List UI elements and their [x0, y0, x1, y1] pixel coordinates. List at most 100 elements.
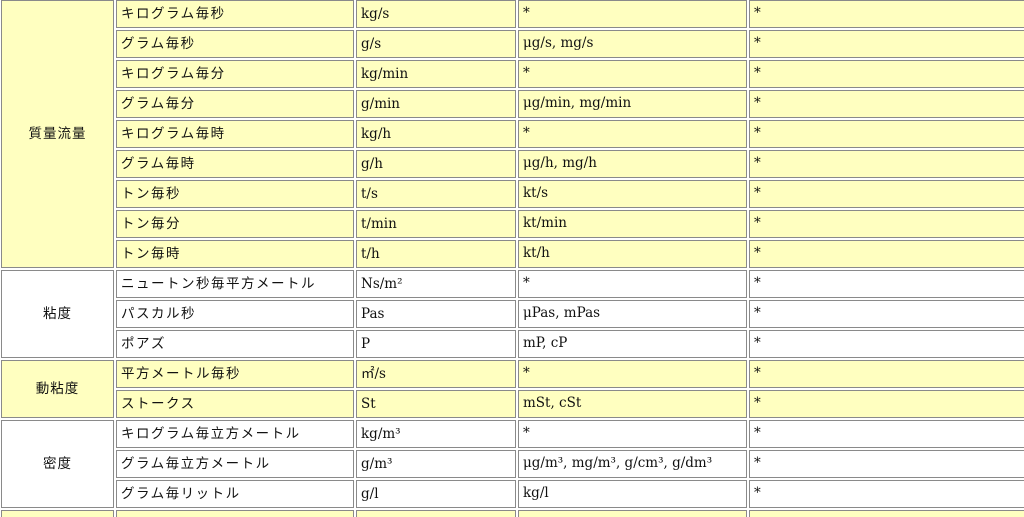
unit-name-cell: キログラム毎時 — [116, 120, 354, 148]
note-cell: * — [749, 120, 1024, 148]
table-row: グラム毎秒 g/s μg/s, mg/s * — [1, 30, 1024, 58]
table-row: 粘度 ニュートン秒毎平方メートル Ns/m² * * — [1, 270, 1024, 358]
unit-symbol-cell: St — [356, 390, 516, 418]
unit-name-cell: グラム毎分 — [116, 90, 354, 118]
note-cell-text: * — [754, 215, 761, 231]
note-cell: * — [749, 330, 1024, 358]
unit-symbol-cell: t/min — [356, 210, 516, 238]
table-row: グラム毎リットル g/l kg/l * — [1, 480, 1024, 508]
prefixed-units-cell-text: * — [523, 275, 530, 291]
note-cell-text: * — [754, 245, 761, 261]
prefixed-units-cell-text: μPas, mPas — [523, 305, 601, 321]
prefixed-units-cell-text: kt/s — [523, 185, 549, 201]
prefixed-units-cell-text: μg/m³, mg/m³, g/cm³, g/dm³ — [523, 455, 713, 471]
category-cell: 質量流量 — [1, 0, 114, 268]
table-row: グラム毎分 g/min μg/min, mg/min * — [1, 90, 1024, 118]
prefixed-units-cell-text: * — [523, 365, 530, 381]
unit-name-cell: グラム毎リットル — [116, 480, 354, 508]
unit-symbol-cell: g/m³ — [356, 450, 516, 478]
prefixed-units-cell-text: kg/l — [523, 485, 549, 501]
note-cell: * — [749, 150, 1024, 178]
unit-symbol-cell: g/h — [356, 150, 516, 178]
note-cell: * — [749, 90, 1024, 118]
table-row: 質量流量 キログラム毎秒 kg/s * * — [1, 0, 1024, 268]
category-cell: 粘度 — [1, 270, 114, 358]
unit-symbol-cell: t/h — [356, 240, 516, 268]
note-cell: * — [749, 450, 1024, 478]
unit-name-cell: ストークス — [116, 390, 354, 418]
unit-symbol-cell: kg/s — [356, 0, 516, 28]
note-cell: * — [749, 30, 1024, 58]
table-row: 密度 キログラム毎立方メートル kg/m³ * * — [1, 420, 1024, 508]
prefixed-units-cell: * — [518, 270, 747, 298]
table-row: キログラム毎時 kg/h * * — [1, 120, 1024, 148]
partial-cell — [749, 510, 1024, 517]
note-cell-text: * — [754, 65, 761, 81]
note-cell-text: * — [754, 95, 761, 111]
unit-name-cell: グラム毎秒 — [116, 30, 354, 58]
prefixed-units-cell: * — [518, 420, 747, 448]
category-cell: 動粘度 — [1, 360, 114, 418]
prefixed-units-cell: * — [518, 120, 747, 148]
table-row: ストークス St mSt, cSt * — [1, 390, 1024, 418]
unit-name-cell: ニュートン秒毎平方メートル — [116, 270, 354, 298]
note-cell: * — [749, 360, 1024, 388]
note-cell: * — [749, 180, 1024, 208]
note-cell-text: * — [754, 275, 761, 291]
prefixed-units-cell: kt/h — [518, 240, 747, 268]
unit-symbol-cell: Ns/m² — [356, 270, 516, 298]
table-row-partial — [1, 510, 1024, 517]
note-cell-text: * — [754, 485, 761, 501]
table-row: グラム毎時 g/h μg/h, mg/h * — [1, 150, 1024, 178]
prefixed-units-cell-text: mSt, cSt — [523, 395, 582, 411]
note-cell-text: * — [754, 35, 761, 51]
category-cell: 密度 — [1, 420, 114, 508]
note-cell: * — [749, 240, 1024, 268]
note-cell: * — [749, 420, 1024, 448]
unit-symbol-cell: ㎡/s — [356, 360, 516, 388]
partial-cell — [116, 510, 354, 517]
prefixed-units-cell-text: * — [523, 425, 530, 441]
note-cell: * — [749, 210, 1024, 238]
note-cell-text: * — [754, 365, 761, 381]
unit-symbol-cell: kg/min — [356, 60, 516, 88]
unit-name-cell: キログラム毎立方メートル — [116, 420, 354, 448]
unit-symbol-cell: g/l — [356, 480, 516, 508]
partial-cell — [1, 510, 114, 517]
unit-name-cell: ポアズ — [116, 330, 354, 358]
partial-cell — [356, 510, 516, 517]
prefixed-units-cell: * — [518, 60, 747, 88]
prefixed-units-cell: mSt, cSt — [518, 390, 747, 418]
unit-symbol-cell: g/min — [356, 90, 516, 118]
prefixed-units-cell-text: μg/min, mg/min — [523, 95, 632, 111]
unit-symbol-cell: P — [356, 330, 516, 358]
table-row: パスカル秒 Pas μPas, mPas * — [1, 300, 1024, 328]
prefixed-units-cell-text: * — [523, 125, 530, 141]
unit-name-cell: グラム毎時 — [116, 150, 354, 178]
table-row: グラム毎立方メートル g/m³ μg/m³, mg/m³, g/cm³, g/dm³… — [1, 450, 1024, 478]
prefixed-units-cell: μg/m³, mg/m³, g/cm³, g/dm³ — [518, 450, 747, 478]
unit-table-body: 質量流量 キログラム毎秒 kg/s * * グラム毎秒 g/s μg/s, mg/s * キログラ… — [1, 0, 1024, 517]
note-cell: * — [749, 0, 1024, 28]
note-cell: * — [749, 270, 1024, 298]
prefixed-units-cell: mP, cP — [518, 330, 747, 358]
prefixed-units-cell: μg/s, mg/s — [518, 30, 747, 58]
prefixed-units-cell: kg/l — [518, 480, 747, 508]
note-cell: * — [749, 480, 1024, 508]
unit-symbol-cell: g/s — [356, 30, 516, 58]
prefixed-units-cell: kt/s — [518, 180, 747, 208]
note-cell: * — [749, 390, 1024, 418]
unit-symbol-cell: t/s — [356, 180, 516, 208]
unit-table: 質量流量 キログラム毎秒 kg/s * * グラム毎秒 g/s μg/s, mg/s * キログラ… — [0, 0, 1024, 517]
note-cell-text: * — [754, 335, 761, 351]
prefixed-units-cell: μg/min, mg/min — [518, 90, 747, 118]
unit-name-cell: キログラム毎分 — [116, 60, 354, 88]
prefixed-units-cell: * — [518, 0, 747, 28]
unit-name-cell: 平方メートル毎秒 — [116, 360, 354, 388]
note-cell: * — [749, 300, 1024, 328]
note-cell-text: * — [754, 185, 761, 201]
table-row: 動粘度 平方メートル毎秒 ㎡/s * * — [1, 360, 1024, 418]
note-cell-text: * — [754, 125, 761, 141]
unit-symbol-cell: kg/h — [356, 120, 516, 148]
prefixed-units-cell: * — [518, 360, 747, 388]
